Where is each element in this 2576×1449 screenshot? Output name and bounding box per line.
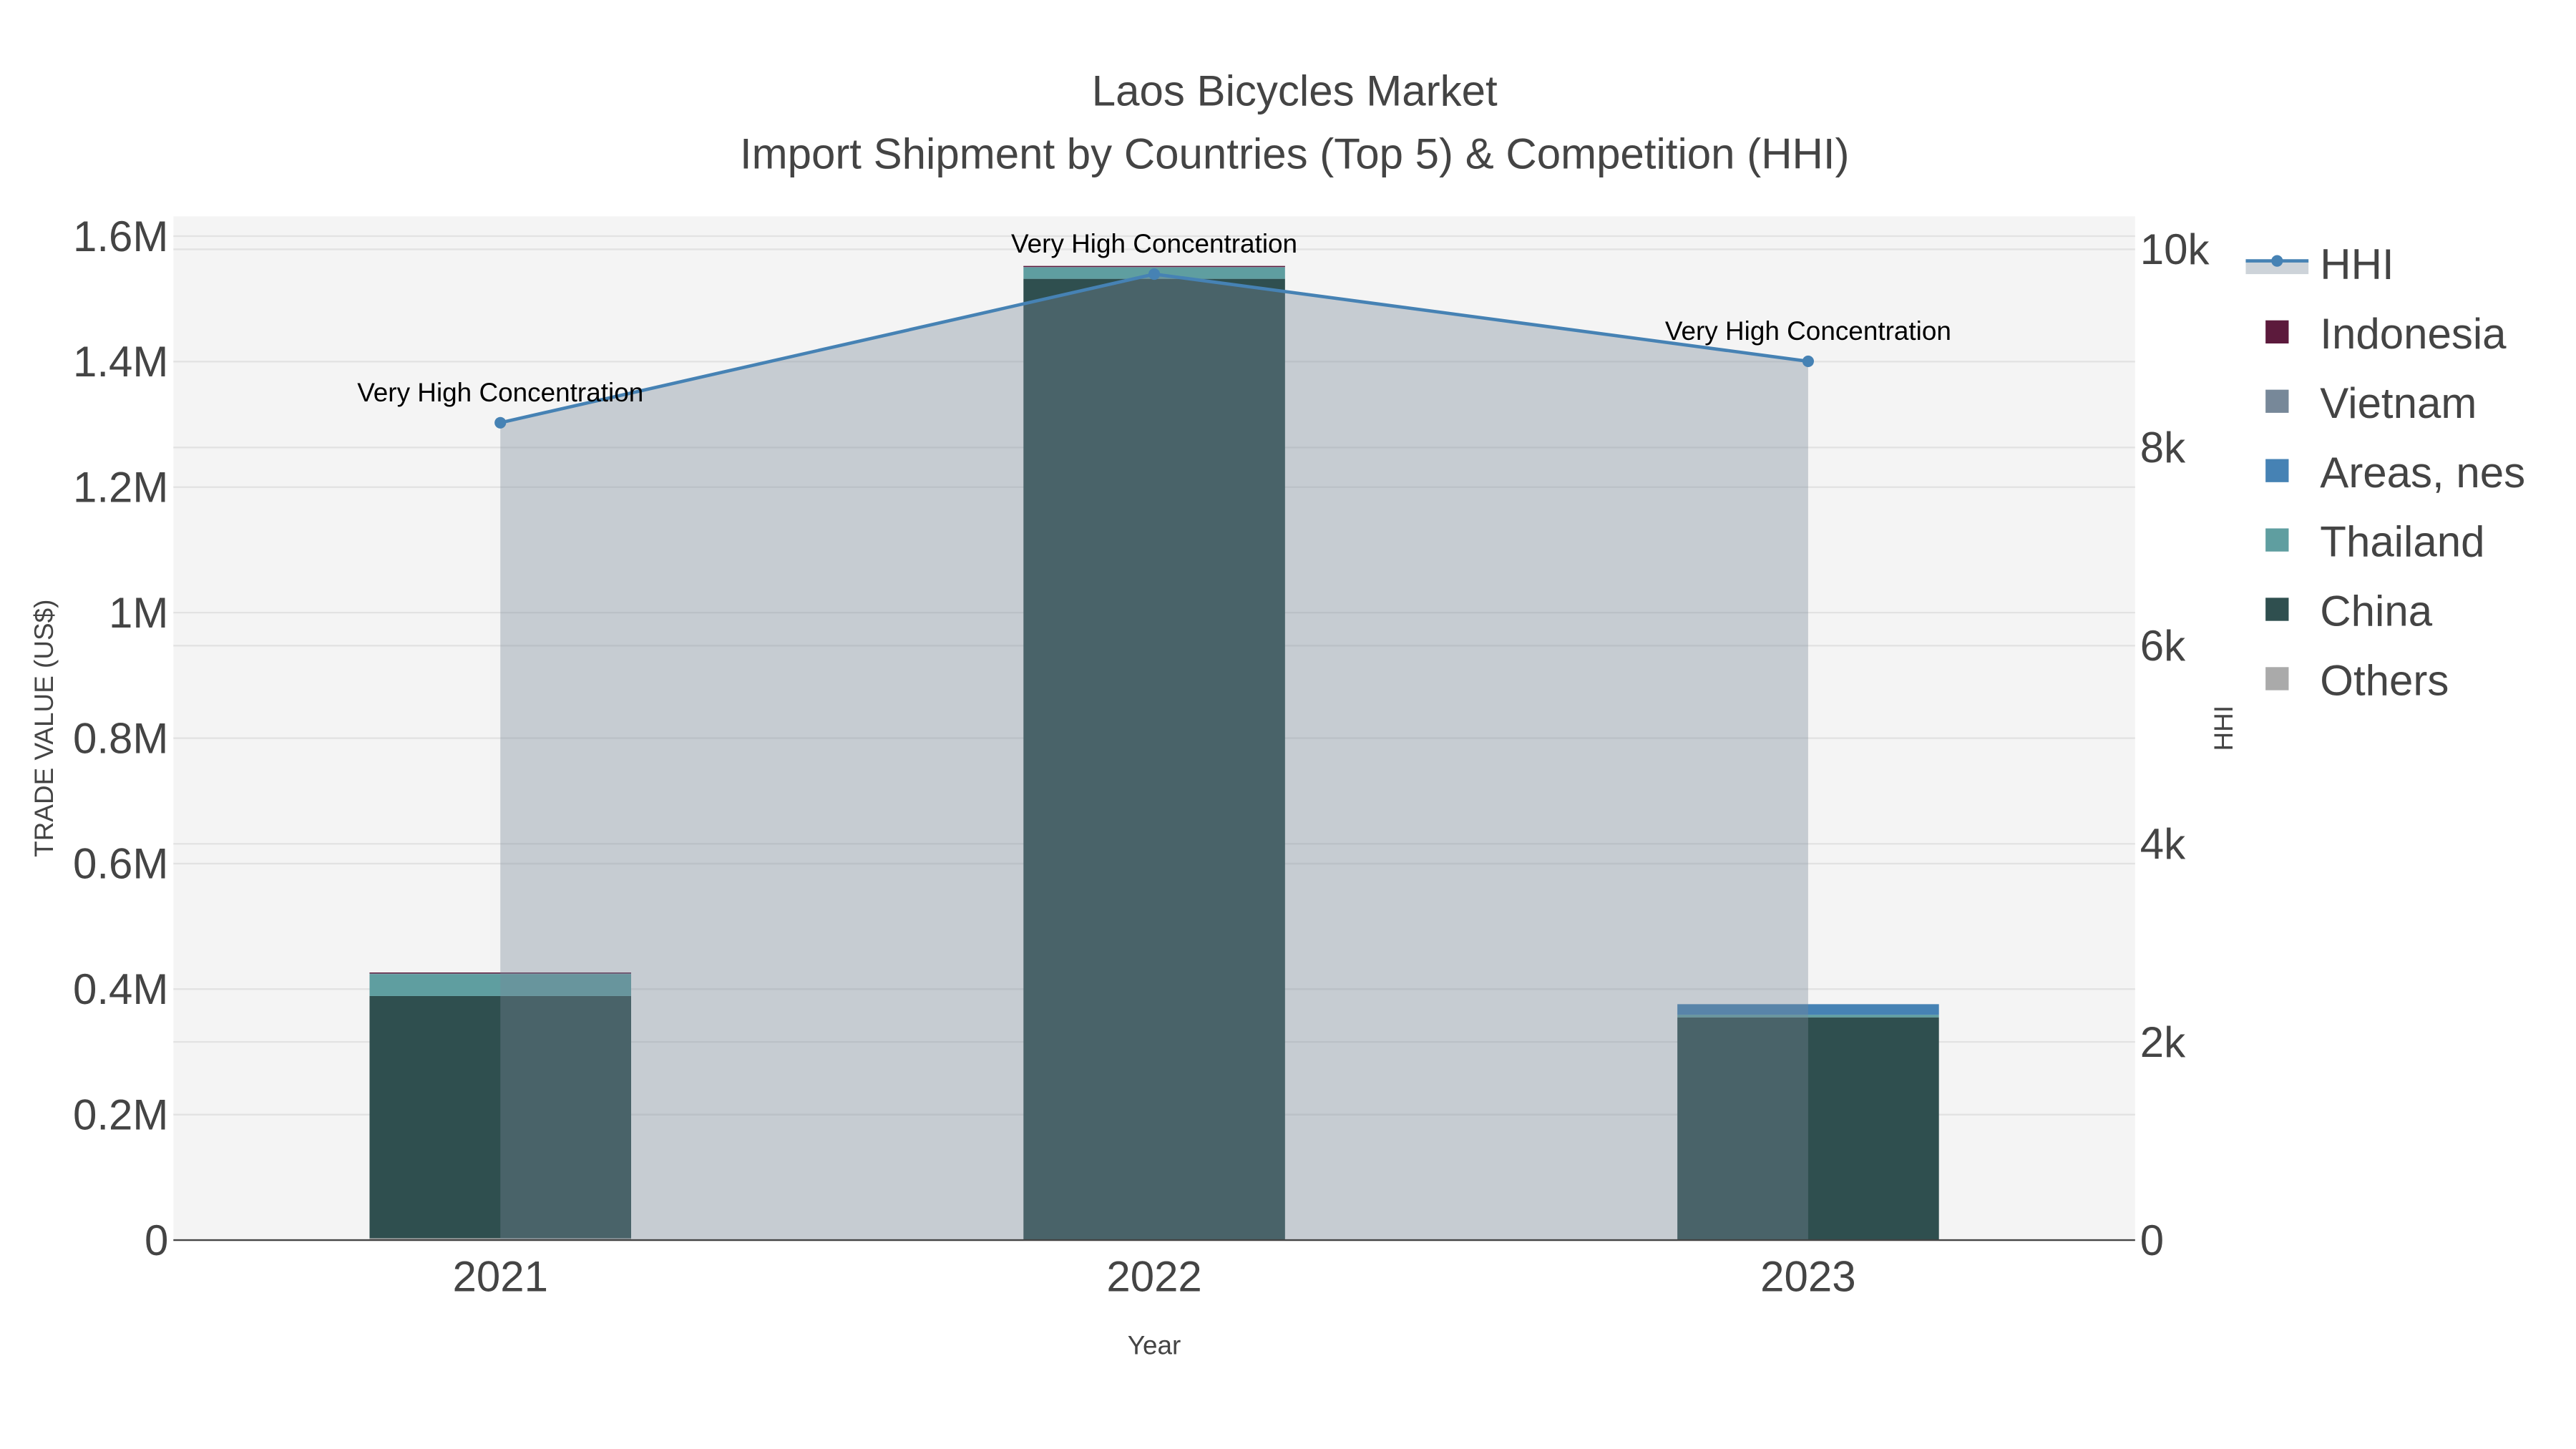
- x-tick-label: 2022: [1106, 1253, 1201, 1301]
- y2-tick-label: 6k: [2140, 622, 2186, 670]
- hhi-annotation: Very High Concentration: [357, 378, 643, 407]
- legend-swatch-others: [2265, 667, 2289, 691]
- hhi-annotation: Very High Concentration: [1011, 229, 1297, 258]
- y-axis-ticks: 0 0.2M 0.4M 0.6M 0.8M 1M 1.2M 1.4M 1.6M: [73, 213, 168, 1264]
- y-tick-label: 1M: [109, 589, 168, 637]
- x-tick-label: 2023: [1760, 1253, 1855, 1301]
- legend-label: Areas, nes: [2320, 449, 2525, 497]
- y-tick-label: 0.6M: [73, 840, 168, 888]
- legend-swatch-vietnam: [2265, 389, 2289, 413]
- hhi-point-2023: [1802, 355, 1814, 367]
- legend-label: HHI: [2320, 240, 2394, 288]
- y-tick-label: 1.2M: [73, 464, 168, 512]
- legend-swatch-areas-nes: [2265, 459, 2289, 482]
- hhi-area: [500, 274, 1808, 1241]
- legend-label: Thailand: [2320, 518, 2484, 566]
- legend-label: Indonesia: [2320, 310, 2507, 358]
- y-tick-label: 0.8M: [73, 714, 168, 762]
- y2-tick-label: 8k: [2140, 424, 2186, 472]
- hhi-annotation: Very High Concentration: [1665, 316, 1951, 346]
- y2-tick-label: 2k: [2140, 1018, 2186, 1066]
- y-tick-label: 0.2M: [73, 1091, 168, 1138]
- y-axis-label: TRADE VALUE (US$): [29, 600, 59, 857]
- y2-tick-label: 10k: [2140, 225, 2210, 273]
- legend-label: Vietnam: [2320, 379, 2477, 427]
- x-axis-label: Year: [1128, 1330, 1181, 1360]
- hhi-series: Very High Concentration Very High Concent…: [357, 229, 1951, 1241]
- legend-hhi-marker: [2271, 255, 2283, 267]
- legend-swatch-china: [2265, 597, 2289, 621]
- y-tick-label: 1.6M: [73, 213, 168, 260]
- legend-swatch-indonesia: [2265, 320, 2289, 343]
- legend-label: China: [2320, 587, 2432, 635]
- x-tick-label: 2021: [452, 1253, 547, 1301]
- y2-tick-label: 4k: [2140, 820, 2186, 868]
- y2-axis-label: HHI: [2209, 706, 2238, 751]
- chart-subtitle: Import Shipment by Countries (Top 5) & C…: [740, 130, 1850, 177]
- legend-swatch-thailand: [2265, 528, 2289, 552]
- hhi-point-2022: [1148, 268, 1161, 280]
- y2-tick-label: 0: [2140, 1216, 2164, 1264]
- y-tick-label: 0: [145, 1216, 168, 1264]
- y-tick-label: 0.4M: [73, 965, 168, 1013]
- chart-title: Laos Bicycles Market: [1092, 67, 1498, 115]
- bar-indonesia-2022: [1023, 265, 1285, 268]
- hhi-point-2021: [494, 416, 507, 429]
- y-tick-label: 1.4M: [73, 338, 168, 386]
- legend-label: Others: [2320, 657, 2449, 705]
- chart: Very High Concentration Very High Concent…: [0, 0, 2576, 1449]
